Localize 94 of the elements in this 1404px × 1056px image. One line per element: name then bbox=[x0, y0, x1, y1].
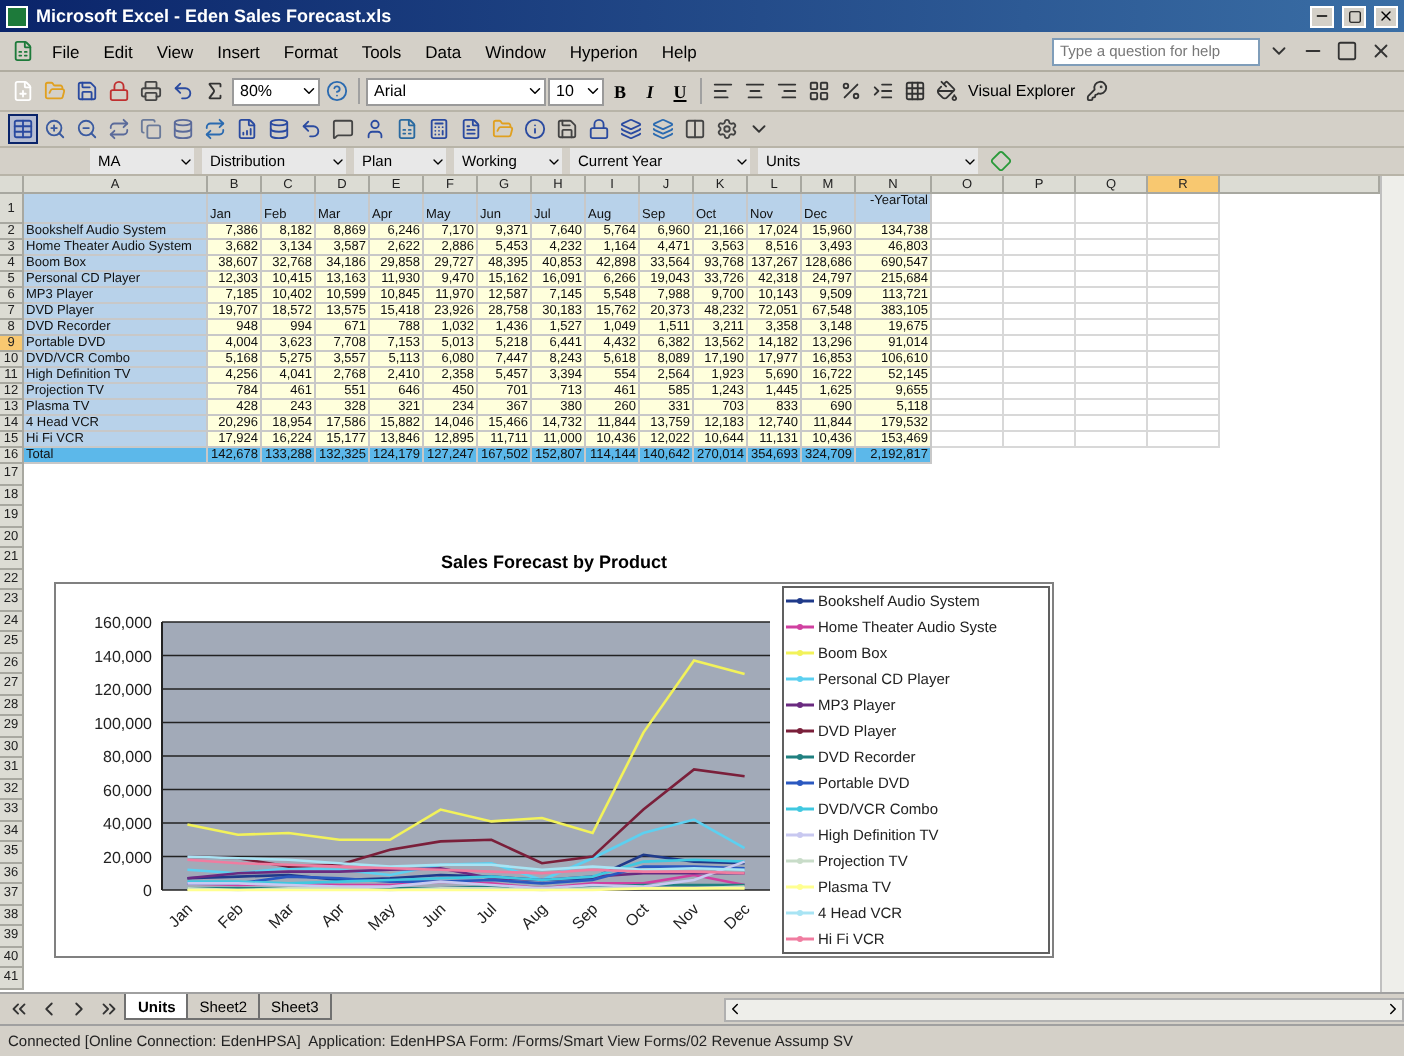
axis-label: 140,000 bbox=[94, 647, 152, 666]
legend-line-icon bbox=[786, 908, 814, 918]
lock-icon[interactable] bbox=[584, 114, 614, 144]
database-icon[interactable] bbox=[264, 114, 294, 144]
help-icon[interactable] bbox=[322, 76, 352, 106]
scroll-left-icon[interactable] bbox=[726, 1000, 744, 1018]
legend-line-icon bbox=[786, 596, 814, 606]
legend-line-icon bbox=[786, 622, 814, 632]
horizontal-scrollbar[interactable] bbox=[724, 997, 1404, 1021]
axis-label: 160,000 bbox=[94, 614, 152, 632]
legend-line-icon bbox=[786, 778, 814, 788]
menu-item[interactable]: File bbox=[42, 37, 90, 65]
axis-label: Mar bbox=[265, 900, 298, 933]
key-icon[interactable] bbox=[1081, 76, 1112, 106]
menu-item[interactable]: View bbox=[146, 37, 204, 65]
legend-line-icon bbox=[786, 700, 814, 710]
caret-icon bbox=[526, 82, 544, 100]
axis-label: 80,000 bbox=[103, 748, 152, 766]
refresh-icon[interactable] bbox=[200, 114, 230, 144]
zoom-out-icon[interactable] bbox=[72, 114, 102, 144]
axis-label: Sep bbox=[568, 900, 602, 933]
table-icon[interactable] bbox=[8, 114, 38, 144]
close-icon bbox=[1378, 8, 1394, 24]
legend-line-icon bbox=[786, 856, 814, 866]
copy-icon[interactable] bbox=[136, 114, 166, 144]
format-button[interactable]: B bbox=[606, 76, 634, 106]
close-button[interactable] bbox=[1374, 5, 1398, 27]
axis-label: Dec bbox=[720, 900, 754, 933]
legend-line-icon bbox=[786, 830, 814, 840]
menu-item[interactable]: Format bbox=[273, 37, 348, 65]
maximize-icon bbox=[1347, 9, 1361, 23]
menu-item[interactable]: Data bbox=[415, 37, 472, 65]
axis-label: Jul bbox=[472, 900, 501, 928]
axis-label: Jan bbox=[165, 900, 197, 932]
save-icon[interactable] bbox=[72, 76, 102, 106]
axis-label: Jun bbox=[418, 900, 450, 932]
axis-label: 40,000 bbox=[103, 815, 152, 833]
visual-explorer-button[interactable]: Visual Explorer bbox=[964, 82, 1080, 100]
legend-line-icon bbox=[786, 804, 814, 814]
menu-item[interactable]: Tools bbox=[351, 37, 412, 65]
format-button[interactable]: U bbox=[666, 76, 694, 106]
merge-cells-icon[interactable] bbox=[804, 76, 834, 106]
save-icon[interactable] bbox=[552, 114, 582, 144]
comment-icon[interactable] bbox=[328, 114, 358, 144]
columns-icon[interactable] bbox=[680, 114, 710, 144]
menu-item[interactable]: Help bbox=[651, 37, 707, 65]
borders-icon[interactable] bbox=[900, 76, 930, 106]
caret-icon bbox=[300, 82, 318, 100]
scroll-right-icon[interactable] bbox=[1384, 1000, 1402, 1018]
axis-label: May bbox=[364, 900, 399, 935]
layers-icon[interactable] bbox=[648, 114, 678, 144]
excel-logo-icon bbox=[6, 5, 28, 27]
empty-cell bbox=[1148, 194, 1220, 224]
lock-icon[interactable] bbox=[104, 76, 134, 106]
caret-icon bbox=[584, 82, 602, 100]
axis-label: Nov bbox=[669, 900, 703, 933]
printer-icon[interactable] bbox=[136, 76, 166, 106]
axis-label: Apr bbox=[317, 900, 349, 931]
font-size-dropdown[interactable]: 10 bbox=[548, 77, 604, 105]
paint-bucket-icon[interactable] bbox=[932, 76, 962, 106]
legend-line-icon bbox=[786, 726, 814, 736]
axis-label: 60,000 bbox=[103, 781, 152, 800]
settings-icon[interactable] bbox=[712, 114, 742, 144]
maximize-button[interactable] bbox=[1342, 5, 1366, 27]
vertical-scrollbar[interactable] bbox=[1380, 176, 1404, 992]
legend-line-icon bbox=[786, 674, 814, 684]
menu-item[interactable]: Edit bbox=[93, 37, 143, 65]
layers-icon[interactable] bbox=[616, 114, 646, 144]
minimize-button[interactable] bbox=[1310, 5, 1334, 27]
legend-line-icon bbox=[786, 934, 814, 944]
axis-label: Oct bbox=[621, 900, 653, 931]
zoom-dropdown[interactable]: 80% bbox=[232, 77, 320, 105]
menu-item[interactable]: Window bbox=[475, 37, 556, 65]
axis-label: 20,000 bbox=[103, 848, 152, 867]
legend-line-icon bbox=[786, 648, 814, 658]
format-button[interactable]: I bbox=[636, 76, 664, 106]
chart-title: Sales Forecast by Product bbox=[440, 552, 668, 572]
empty-cell bbox=[1076, 194, 1148, 224]
restore-icon[interactable] bbox=[1332, 36, 1362, 66]
menu-item[interactable]: Hyperion bbox=[559, 37, 648, 65]
axis-label: 120,000 bbox=[94, 681, 152, 699]
zoom-in-icon[interactable] bbox=[40, 114, 70, 144]
axis-label: 0 bbox=[143, 882, 152, 900]
window-title: Microsoft Excel - Eden Sales Forecast.xls bbox=[36, 6, 394, 26]
legend-line-icon bbox=[786, 882, 814, 892]
empty-cell bbox=[1004, 194, 1076, 224]
info-icon[interactable] bbox=[520, 114, 550, 144]
font-dropdown[interactable]: Arial bbox=[366, 77, 546, 105]
menu-item[interactable]: Insert bbox=[207, 37, 270, 65]
repeat-icon[interactable] bbox=[104, 114, 134, 144]
legend-line-icon bbox=[786, 752, 814, 762]
axis-label: Aug bbox=[517, 900, 551, 933]
axis-label: 100,000 bbox=[94, 714, 152, 733]
axis-label: Feb bbox=[214, 900, 247, 933]
